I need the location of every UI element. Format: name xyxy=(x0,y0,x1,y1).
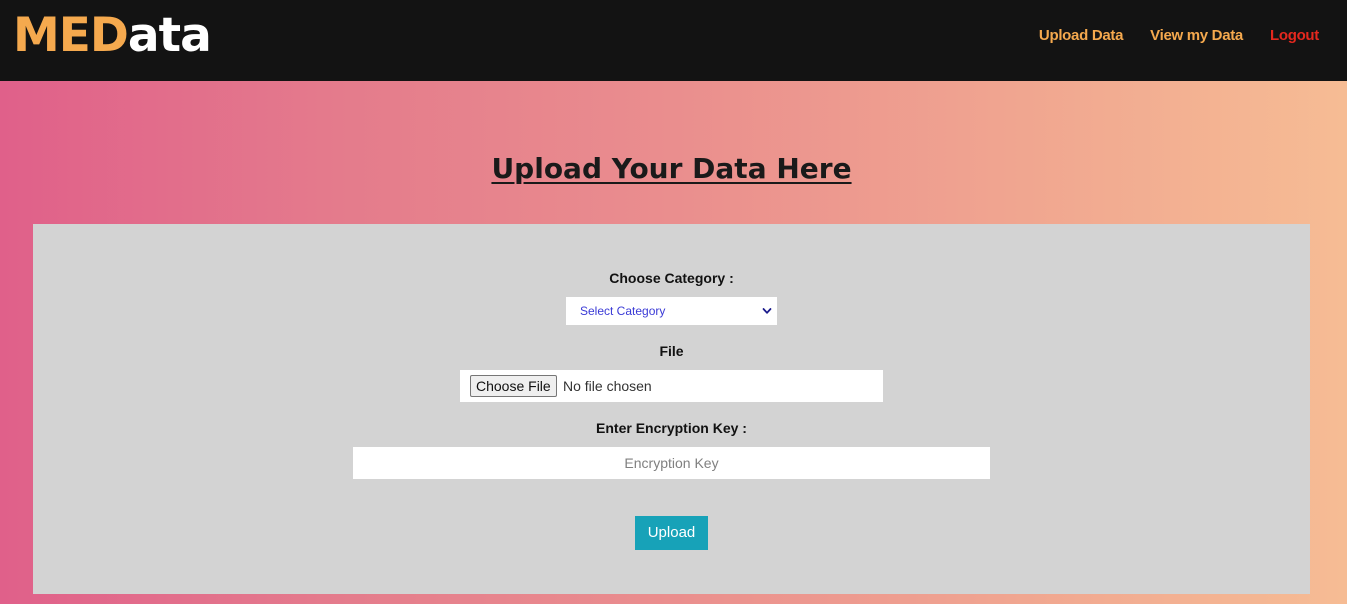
encryption-key-input[interactable] xyxy=(353,447,990,479)
chevron-down-icon xyxy=(762,308,772,314)
encryption-key-label: Enter Encryption Key : xyxy=(596,420,747,436)
choose-file-button[interactable]: Choose File xyxy=(470,375,557,397)
logo-accent-text: MED xyxy=(13,8,129,63)
nav-view-my-data-link[interactable]: View my Data xyxy=(1150,26,1243,46)
nav-upload-data-link[interactable]: Upload Data xyxy=(1039,26,1124,46)
category-label: Choose Category : xyxy=(609,270,734,286)
top-navbar: MEData Upload Data View my Data Logout xyxy=(0,0,1347,81)
page-title: Upload Your Data Here xyxy=(491,152,852,185)
nav-logout-link[interactable]: Logout xyxy=(1270,26,1319,46)
logo-rest-text: ata xyxy=(127,8,212,63)
file-label: File xyxy=(659,343,684,359)
upload-button[interactable]: Upload xyxy=(635,516,708,550)
file-status-text: No file chosen xyxy=(563,378,652,394)
upload-form-panel: Choose Category : Select Category File C… xyxy=(33,224,1310,594)
category-select-value: Select Category xyxy=(580,304,666,318)
file-input[interactable]: Choose File No file chosen xyxy=(460,370,883,402)
category-select[interactable]: Select Category xyxy=(566,297,777,325)
nav-menu: Upload Data View my Data Logout xyxy=(1039,26,1319,46)
brand-logo[interactable]: MEData xyxy=(13,8,212,63)
